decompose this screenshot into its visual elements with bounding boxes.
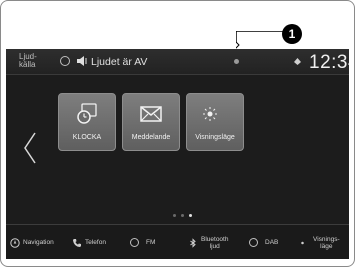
audio-source-button[interactable]: Ljud- källa (19, 53, 37, 69)
shortcut-dab[interactable]: DAB (249, 225, 278, 259)
sun-moon-icon (301, 240, 310, 245)
shortcut-phone[interactable]: Telefon (72, 225, 106, 259)
shortcut-fm[interactable]: FM (130, 225, 155, 259)
top-status-bar: Ljud- källa Ljudet är AV 12:34 (6, 49, 349, 75)
shortcut-label: Bluetooth ljud (201, 236, 228, 250)
chevron-left-icon[interactable] (23, 131, 37, 165)
page-dot-active (189, 214, 192, 217)
app-tile-grid: KLOCKA Meddelande Visningsläge (58, 93, 244, 151)
tile-label: KLOCKA (72, 134, 102, 141)
shortcut-label: Navigation (23, 239, 54, 246)
shortcut-label-line-1: Visnings- (313, 235, 340, 243)
tile-clock[interactable]: KLOCKA (58, 93, 116, 151)
radio-icon (130, 238, 139, 247)
audio-source-label-line-2: källa (19, 60, 36, 69)
page-indicator (173, 214, 192, 217)
shortcut-label-line-2: läge (320, 242, 333, 250)
radio-icon (249, 238, 258, 247)
tile-display-mode[interactable]: Visningsläge (186, 93, 244, 151)
tile-message[interactable]: Meddelande (122, 93, 180, 151)
tile-label: Meddelande (131, 134, 171, 141)
clock-display: 12:34 (309, 52, 349, 73)
compass-icon (10, 237, 20, 248)
shortcut-label-line-2: ljud (209, 242, 220, 250)
page-dot (181, 214, 184, 217)
page-dot (173, 214, 176, 217)
shortcut-display-mode[interactable]: Visnings- läge (300, 225, 340, 259)
shortcut-label: DAB (265, 239, 279, 246)
shortcut-label: FM (146, 239, 156, 246)
shortcut-label: Telefon (85, 239, 106, 246)
status-indicator-icon (234, 59, 239, 64)
sun-moon-icon (203, 107, 227, 121)
radio-source-icon[interactable] (60, 56, 70, 66)
tile-label: Visningsläge (195, 134, 235, 141)
shortcut-label-line-1: Bluetooth (201, 235, 229, 243)
shortcut-navigation[interactable]: Navigation (10, 225, 54, 259)
shortcut-bluetooth-audio[interactable]: Bluetooth ljud (188, 225, 228, 259)
bottom-shortcut-bar: Navigation Telefon FM Bluetooth ljud DAB (6, 224, 349, 259)
clock-icon (77, 103, 97, 124)
bluetooth-icon (190, 237, 196, 248)
speaker-muted-icon (77, 56, 87, 66)
shortcut-label: Visnings- läge (313, 236, 340, 250)
phone-icon (73, 238, 81, 247)
mute-status-text: Ljudet är AV (91, 56, 148, 68)
signal-icon (294, 58, 301, 65)
envelope-icon (140, 106, 162, 122)
infotainment-screen: Ljud- källa Ljudet är AV 12:34 (6, 49, 349, 259)
callout-badge: 1 (282, 24, 302, 44)
